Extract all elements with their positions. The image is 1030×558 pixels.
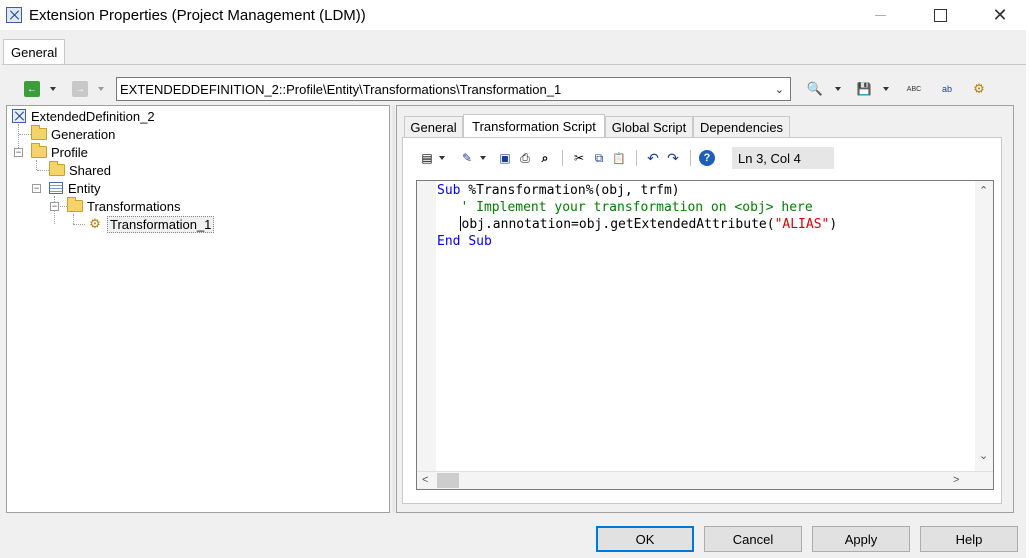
tree-item-profile[interactable]: Profile: [31, 143, 88, 161]
find-icon[interactable]: 🔍: [806, 80, 824, 98]
object-path-text: EXTENDEDDEFINITION_2::Profile\Entity\Tra…: [120, 81, 562, 97]
folder-icon: [49, 161, 65, 176]
edit-dropdown-icon[interactable]: [480, 156, 486, 160]
editor-menu-icon[interactable]: ▤: [419, 150, 435, 166]
minimize-button[interactable]: [850, 0, 910, 30]
ok-button[interactable]: OK: [596, 526, 694, 552]
horizontal-scrollbar[interactable]: < >: [417, 471, 993, 489]
tree-item-label: Entity: [68, 180, 101, 196]
scroll-right-icon[interactable]: >: [953, 474, 959, 486]
forward-dropdown-icon[interactable]: [98, 87, 104, 91]
horizontal-scroll-thumb[interactable]: [437, 473, 459, 488]
transformation-script-panel: ▤ ✎ ▣ ⎙ ⌕ ✂ ⧉ 📋 ↶ ↷ ? Ln 3, Col 4 Sub %T…: [402, 137, 1002, 504]
scroll-up-icon[interactable]: ⌃: [979, 184, 988, 197]
folder-icon: [31, 143, 47, 158]
tab-general-inner[interactable]: General: [404, 116, 463, 137]
spell-check-icon[interactable]: ABC: [905, 80, 923, 98]
code-keyword: Sub: [437, 183, 461, 198]
save-icon[interactable]: 💾: [855, 80, 873, 98]
help-button[interactable]: Help: [920, 526, 1018, 552]
find-icon[interactable]: ⌕: [537, 150, 553, 166]
forward-arrow-icon[interactable]: →: [72, 81, 88, 97]
tree-item-generation[interactable]: Generation: [31, 125, 115, 143]
tree-item-shared[interactable]: Shared: [49, 161, 111, 179]
object-path-combo[interactable]: EXTENDEDDEFINITION_2::Profile\Entity\Tra…: [116, 77, 791, 101]
window-edge: [1026, 30, 1030, 558]
code-text: bj.annotation=obj.getExtendedAttribute(: [469, 217, 775, 232]
scroll-left-icon[interactable]: <: [422, 474, 428, 486]
editor-menu-dropdown-icon[interactable]: [439, 156, 445, 160]
tab-transformation-script[interactable]: Transformation Script: [463, 114, 605, 138]
collapse-icon[interactable]: −: [50, 202, 59, 211]
code-text: ): [829, 217, 838, 232]
cut-icon[interactable]: ✂: [571, 150, 587, 166]
code-keyword: Sub: [468, 234, 492, 249]
tree-item-label: Transformation_1: [107, 215, 215, 233]
tree-item-label: Profile: [51, 144, 88, 160]
window-controls: ✕: [850, 0, 1030, 30]
folder-icon: [67, 197, 83, 212]
collapse-icon[interactable]: −: [32, 184, 41, 193]
entity-table-icon: [49, 182, 63, 194]
tree-item-label: Generation: [51, 126, 116, 142]
tree-item-transformations[interactable]: Transformations: [67, 197, 180, 215]
help-icon[interactable]: ?: [699, 150, 715, 166]
tree-item-entity[interactable]: Entity: [49, 179, 101, 197]
back-dropdown-icon[interactable]: [50, 87, 56, 91]
cancel-button[interactable]: Cancel: [704, 526, 802, 552]
properties-icon[interactable]: ⚙: [970, 80, 988, 98]
maximize-button[interactable]: [910, 0, 970, 30]
edit-icon[interactable]: ✎: [459, 150, 475, 166]
code-string: "ALIAS": [774, 217, 830, 232]
tree-item-transformation-1[interactable]: ⚙ Transformation_1: [87, 215, 215, 233]
cursor-position-status: Ln 3, Col 4: [732, 147, 834, 169]
tree-item-label: Transformations: [87, 198, 181, 214]
vertical-scrollbar[interactable]: ⌃ ⌄: [975, 181, 993, 471]
back-arrow-icon[interactable]: ←: [24, 81, 40, 97]
replace-icon[interactable]: ab: [938, 80, 956, 98]
panel-splitter[interactable]: [392, 105, 395, 513]
tree-item-label: ExtendedDefinition_2: [31, 108, 155, 124]
paste-icon[interactable]: 📋: [611, 150, 627, 166]
save-dropdown-icon[interactable]: [883, 87, 889, 91]
outer-tab-strip: General: [0, 36, 1030, 65]
code-keyword: End: [437, 234, 461, 249]
copy-icon[interactable]: ⧉: [591, 150, 607, 166]
tab-dependencies[interactable]: Dependencies: [693, 116, 790, 137]
scroll-down-icon[interactable]: ⌄: [979, 449, 988, 462]
save-icon[interactable]: ▣: [497, 150, 513, 166]
app-icon: [6, 7, 22, 23]
transformation-gear-icon: ⚙: [89, 216, 101, 231]
tree-item-label: Shared: [69, 162, 111, 178]
close-button[interactable]: ✕: [970, 0, 1030, 30]
find-dropdown-icon[interactable]: [835, 87, 841, 91]
undo-icon[interactable]: ↶: [645, 150, 661, 166]
collapse-icon[interactable]: −: [14, 148, 23, 157]
editor-toolbar: ▤ ✎ ▣ ⎙ ⌕ ✂ ⧉ 📋 ↶ ↷ ? Ln 3, Col 4: [417, 146, 837, 170]
properties-panel: General Transformation Script Global Scr…: [396, 105, 1014, 513]
tab-general[interactable]: General: [3, 39, 66, 65]
title-bar: Extension Properties (Project Management…: [0, 0, 1030, 30]
tab-global-script[interactable]: Global Script: [605, 116, 693, 137]
script-code[interactable]: Sub %Transformation%(obj, trfm) ' Implem…: [437, 182, 837, 250]
code-text: %Transformation%(obj, trfm): [460, 183, 680, 198]
tree-item-extendeddefinition[interactable]: ExtendedDefinition_2: [12, 107, 155, 125]
navigation-toolbar: ← → EXTENDEDDEFINITION_2::Profile\Entity…: [8, 77, 1023, 101]
redo-icon[interactable]: ↷: [665, 150, 681, 166]
definition-tree[interactable]: ExtendedDefinition_2 Generation − Profil…: [6, 105, 390, 513]
chevron-down-icon[interactable]: ⌄: [775, 83, 784, 96]
print-icon[interactable]: ⎙: [517, 150, 533, 166]
extended-definition-icon: [12, 109, 26, 123]
folder-icon: [31, 125, 47, 140]
window-title: Extension Properties (Project Management…: [29, 6, 366, 24]
editor-gutter: [417, 181, 436, 471]
code-comment: ' Implement your transformation on <obj>…: [437, 200, 813, 215]
apply-button[interactable]: Apply: [812, 526, 910, 552]
script-editor[interactable]: Sub %Transformation%(obj, trfm) ' Implem…: [416, 180, 994, 490]
